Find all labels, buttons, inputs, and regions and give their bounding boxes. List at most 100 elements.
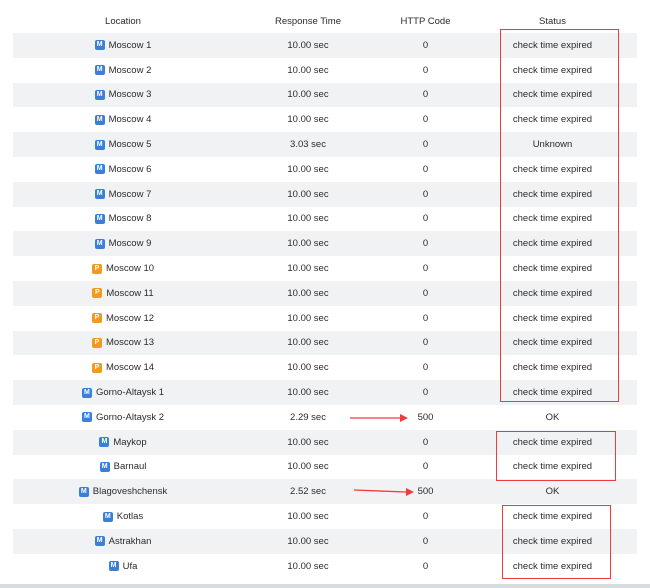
http-code-cell: 0 — [422, 362, 429, 374]
location-cell: M Gorno-Altaysk 2 — [13, 412, 233, 423]
provider-icon: P — [92, 288, 103, 299]
http-code-cell: 0 — [422, 163, 429, 175]
location-cell: M Moscow 4 — [13, 114, 233, 125]
response-time-cell: 10.00 sec — [287, 287, 329, 299]
location-name: Astrakhan — [108, 535, 152, 547]
location-cell: M Moscow 1 — [13, 40, 233, 51]
response-time-cell: 10.00 sec — [287, 263, 329, 275]
provider-icon: M — [94, 164, 105, 175]
annotation-box — [500, 29, 619, 402]
location-name: Maykop — [113, 436, 147, 448]
annotation-box — [496, 431, 616, 481]
location-cell: M Astrakhan — [13, 536, 233, 547]
http-code-cell: 0 — [422, 511, 429, 523]
location-cell: M Gorno-Altaysk 1 — [13, 387, 233, 398]
annotation-arrow — [350, 414, 408, 422]
provider-icon: P — [91, 313, 102, 324]
http-code-cell: 0 — [422, 312, 429, 324]
response-time-cell: 3.03 sec — [290, 139, 326, 151]
http-code-cell: 0 — [422, 238, 429, 250]
provider-icon: P — [91, 263, 102, 274]
annotation-box — [502, 505, 611, 579]
location-name: Moscow 10 — [105, 263, 155, 275]
response-time-cell: 10.00 sec — [287, 312, 329, 324]
location-cell: P Moscow 12 — [13, 313, 233, 324]
location-cell: M Moscow 8 — [13, 213, 233, 224]
response-time-cell: 10.00 sec — [287, 511, 329, 523]
http-code-cell: 0 — [422, 114, 429, 126]
status-cell: OK — [545, 486, 560, 498]
http-code-cell: 0 — [422, 188, 429, 200]
location-name: Moscow 11 — [106, 287, 154, 299]
provider-icon: M — [81, 387, 92, 398]
response-time-cell: 10.00 sec — [287, 39, 329, 51]
response-time-cell: 10.00 sec — [287, 213, 329, 225]
table-row: M Gorno-Altaysk 2 2.29 sec 500 OK — [13, 405, 637, 430]
provider-icon: M — [94, 40, 105, 51]
location-cell: M Ufa — [13, 561, 233, 572]
response-time-cell: 10.00 sec — [287, 188, 329, 200]
header-location: Location — [105, 15, 141, 27]
location-cell: P Moscow 11 — [13, 288, 233, 299]
location-name: Moscow 6 — [108, 163, 152, 175]
http-code-cell: 0 — [422, 560, 429, 572]
location-cell: M Barnaul — [13, 461, 233, 472]
location-name: Barnaul — [113, 461, 147, 473]
response-time-cell: 10.00 sec — [287, 387, 329, 399]
http-code-cell: 0 — [422, 461, 429, 473]
response-time-cell: 10.00 sec — [287, 163, 329, 175]
http-code-cell: 0 — [422, 387, 429, 399]
location-cell: M Moscow 7 — [13, 189, 233, 200]
location-cell: M Moscow 2 — [13, 65, 233, 76]
table-row: M Blagoveshchensk 2.52 sec 500 OK — [13, 479, 637, 505]
location-name: Moscow 2 — [108, 64, 152, 76]
location-cell: M Moscow 6 — [13, 164, 233, 175]
location-name: Moscow 7 — [108, 188, 152, 200]
provider-icon: M — [94, 213, 105, 224]
provider-icon: M — [99, 437, 110, 448]
http-code-cell: 0 — [422, 64, 429, 76]
header-http-code: HTTP Code — [400, 15, 451, 27]
location-name: Gorno-Altaysk 1 — [95, 387, 165, 399]
header-status: Status — [539, 15, 566, 27]
http-code-cell: 0 — [422, 263, 429, 275]
http-code-cell: 0 — [422, 436, 429, 448]
response-time-cell: 10.00 sec — [287, 64, 329, 76]
http-code-cell: 0 — [422, 213, 429, 225]
location-name: Moscow 4 — [108, 114, 152, 126]
response-time-cell: 10.00 sec — [287, 238, 329, 250]
location-name: Gorno-Altaysk 2 — [95, 411, 165, 423]
location-cell: P Moscow 10 — [13, 263, 233, 274]
location-cell: M Kotlas — [13, 511, 233, 522]
provider-icon: M — [81, 412, 92, 423]
http-code-cell: 0 — [422, 287, 429, 299]
http-code-cell: 0 — [422, 139, 429, 151]
location-cell: P Moscow 14 — [13, 362, 233, 373]
location-name: Moscow 9 — [108, 238, 152, 250]
location-name: Moscow 14 — [105, 362, 155, 374]
location-name: Moscow 8 — [108, 213, 152, 225]
provider-icon: P — [91, 337, 102, 348]
location-name: Blagoveshchensk — [92, 486, 168, 498]
response-time-cell: 10.00 sec — [287, 535, 329, 547]
provider-icon: M — [94, 139, 105, 150]
location-cell: M Maykop — [13, 437, 233, 448]
provider-icon: P — [91, 362, 102, 373]
http-code-cell: 0 — [422, 39, 429, 51]
location-cell: M Moscow 3 — [13, 89, 233, 100]
http-code-cell: 0 — [422, 535, 429, 547]
response-time-cell: 10.00 sec — [287, 114, 329, 126]
provider-icon: M — [94, 89, 105, 100]
provider-icon: M — [94, 114, 105, 125]
location-cell: P Moscow 13 — [13, 337, 233, 348]
response-time-cell: 10.00 sec — [287, 560, 329, 572]
location-name: Ufa — [122, 560, 138, 572]
provider-icon: M — [94, 238, 105, 249]
location-cell: M Blagoveshchensk — [13, 486, 233, 497]
provider-icon: M — [78, 486, 89, 497]
location-cell: M Moscow 5 — [13, 139, 233, 150]
location-name: Moscow 13 — [105, 337, 155, 349]
provider-icon: M — [94, 65, 105, 76]
provider-icon: M — [94, 536, 105, 547]
status-cell: OK — [545, 411, 560, 423]
